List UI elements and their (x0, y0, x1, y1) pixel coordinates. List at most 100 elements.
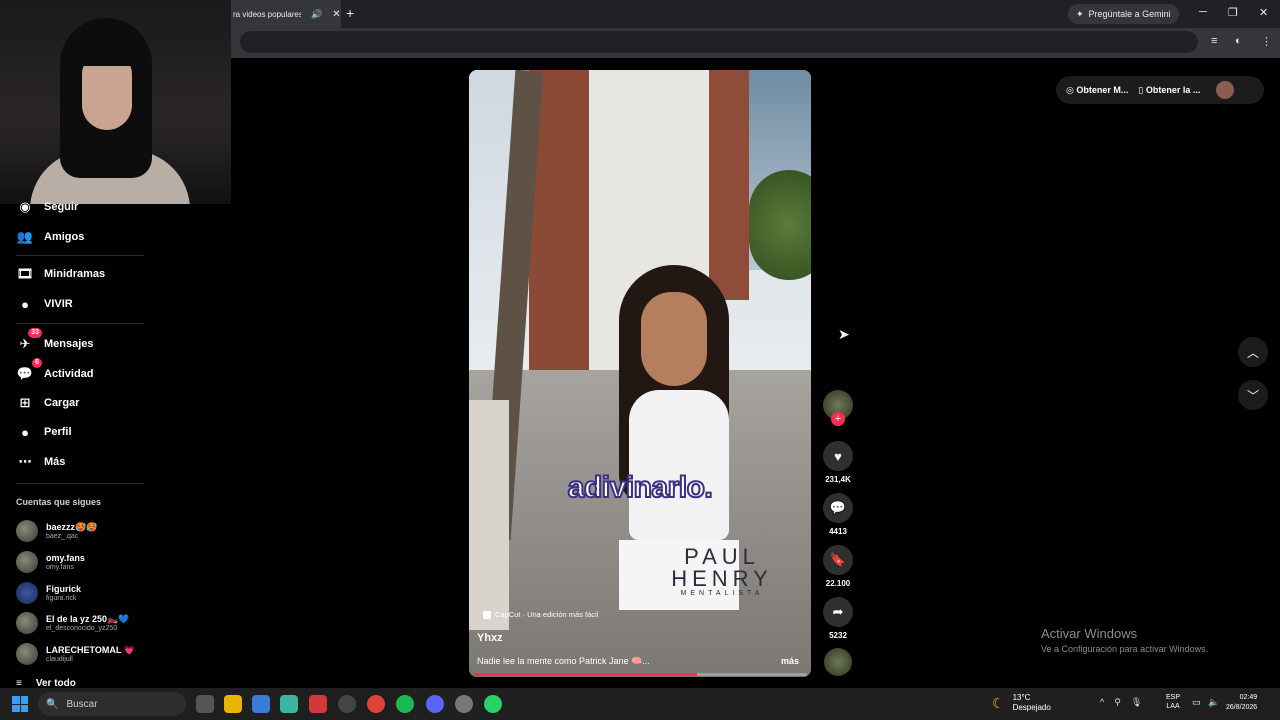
chevron-up-icon[interactable]: ^ (1100, 697, 1104, 708)
clock-date: 26/8/2026 (1226, 704, 1258, 711)
video-author[interactable]: Yhxz (477, 632, 503, 644)
music-disc-button[interactable] (822, 648, 854, 676)
volume-icon[interactable]: 🔈 (1208, 697, 1219, 708)
get-desktop-label: Obtener la ... (1145, 84, 1201, 95)
following-account[interactable]: El de la yz 250🏍️💙 el_desconocido_yz250 (16, 610, 156, 636)
account-handle: omy.fans (46, 563, 74, 571)
comment-button[interactable]: 💬 4413 (822, 493, 854, 536)
close-window-button[interactable]: ✕ (1259, 6, 1268, 19)
capcut-tag[interactable]: CapCut · Una edición más fácil (483, 610, 598, 619)
sidebar-item-following[interactable]: ◉ Seguir (16, 197, 78, 217)
sidebar-item-activity[interactable]: 💬 6 Actividad (16, 358, 94, 384)
follow-plus-icon[interactable]: + (831, 412, 845, 426)
display-icon[interactable]: ▭ (1192, 697, 1201, 708)
weather-widget[interactable]: ☾ 13°C Despejado (992, 693, 1051, 713)
more-button[interactable]: más (781, 656, 799, 666)
language-code: ESP (1166, 694, 1181, 701)
next-video-button[interactable]: ﹀ (1238, 380, 1268, 410)
video-progress-fill (473, 673, 697, 676)
sidebar-item-more[interactable]: ⋯ Más (16, 452, 66, 472)
windows-activation-watermark: Activar Windows Ve a Configuración para … (1041, 626, 1208, 654)
video-watermark: PAUL HENRY MENTALISTA (657, 546, 787, 598)
obs-icon[interactable] (338, 695, 356, 713)
chrome-icon[interactable] (367, 695, 385, 713)
sidebar-item-label: Minidramas (44, 268, 106, 280)
following-icon: ◉ (19, 199, 31, 214)
video-tree (749, 170, 811, 280)
store-icon[interactable] (252, 695, 270, 713)
sidebar-item-friends[interactable]: 👥 Amigos (16, 227, 84, 247)
system-tray[interactable]: ^ ⚲ 🎙 (1100, 697, 1142, 708)
sidebar-item-label: Cargar (44, 397, 80, 409)
following-section-title: Cuentas que sigues (16, 497, 102, 507)
whatsapp-icon[interactable] (484, 695, 502, 713)
sidebar-item-label: Actividad (44, 368, 94, 380)
following-account[interactable]: baezzz🥵🥵 baez_.qac (16, 518, 156, 544)
account-handle: el_desconocido_yz250 (46, 624, 118, 632)
comment-icon[interactable]: 💬 (823, 493, 853, 523)
speaker-icon[interactable]: 🔊 (311, 9, 322, 20)
app-icon[interactable] (280, 695, 298, 713)
sidebar-item-minidramas[interactable]: 🎞 Minidramas (16, 264, 105, 284)
account-name: omy.fans (46, 552, 85, 563)
profile-icon[interactable]: ◐ (1235, 35, 1242, 47)
gemini-button[interactable]: ✦ Pregúntale a Gemini (1068, 4, 1179, 24)
sidebar-item-profile[interactable]: ● Perfil (16, 422, 71, 442)
tab-title: ra videos populares d (233, 9, 301, 19)
heart-icon[interactable]: ♥ (823, 441, 853, 471)
share-icon[interactable]: ➦ (823, 597, 853, 627)
kebab-menu-icon[interactable]: ⋮ (1261, 35, 1272, 48)
following-account[interactable]: omy.fans omy.fans (16, 549, 156, 575)
discord-icon[interactable] (426, 695, 444, 713)
chevron-down-icon: ﹀ (1246, 388, 1259, 403)
media-control-icon[interactable]: ≡ (1211, 35, 1217, 47)
video-person (629, 390, 729, 540)
browser-tab[interactable]: ra videos populares d 🔊 ✕ (231, 0, 341, 28)
avatar (16, 520, 38, 542)
minimize-button[interactable]: ─ (1199, 6, 1207, 18)
clock[interactable]: 02:49 26/8/2026 (1226, 693, 1257, 713)
bookmark-icon[interactable]: 🔖 (823, 545, 853, 575)
microphone-icon[interactable]: 🎙 (1131, 697, 1142, 708)
keyboard-layout: LAA (1166, 703, 1180, 710)
share-button[interactable]: ➦ 5232 (822, 597, 854, 640)
get-app-button[interactable]: ◎ Obtener M... (1066, 85, 1128, 96)
spotify-icon[interactable] (396, 695, 414, 713)
language-indicator[interactable]: ESP LAA (1166, 693, 1180, 711)
app-icon[interactable] (309, 695, 327, 713)
start-button[interactable] (12, 696, 28, 712)
friends-icon: 👥 (16, 229, 34, 244)
save-button[interactable]: 🔖 22.100 (822, 545, 854, 588)
tab-close-icon[interactable]: ✕ (332, 9, 340, 20)
sidebar-item-live[interactable]: ● VIVIR (16, 294, 73, 314)
activity-icon: 💬 6 (16, 358, 42, 383)
share-count: 5232 (829, 631, 847, 640)
music-disc-icon (824, 648, 852, 676)
account-name: Figurick (46, 583, 82, 594)
settings-icon[interactable] (455, 695, 473, 713)
file-explorer-icon[interactable] (224, 695, 242, 713)
task-view-icon[interactable] (196, 695, 214, 713)
sidebar-item-messages[interactable]: ✈ 33 Mensajes (16, 328, 94, 354)
address-bar[interactable] (240, 31, 1198, 53)
creator-avatar-button[interactable]: + (822, 390, 854, 426)
video-person (469, 400, 509, 630)
following-account[interactable]: Figurick figura.rick (16, 580, 156, 606)
previous-video-button[interactable]: ︿ (1238, 337, 1268, 367)
video-progress-bar[interactable] (473, 673, 807, 676)
activity-badge: 6 (32, 358, 42, 368)
like-count: 231,4K (825, 475, 851, 484)
like-button[interactable]: ♥ 231,4K (822, 441, 854, 484)
sidebar-item-upload[interactable]: ⊞ Cargar (16, 393, 80, 413)
following-account[interactable]: LARECHETOMAL 💗 claudijull (16, 641, 156, 667)
watermark-line: HENRY (671, 566, 773, 591)
video-player[interactable]: adivinarlo. PAUL HENRY MENTALISTA CapCut… (469, 70, 811, 677)
taskbar-search[interactable]: 🔍 Buscar (38, 692, 186, 716)
new-tab-button[interactable]: + (346, 5, 354, 21)
upload-icon: ⊞ (19, 395, 31, 410)
video-caption: adivinarlo. (567, 470, 714, 505)
get-desktop-button[interactable]: ▯ Obtener la ... (1138, 85, 1200, 96)
maximize-button[interactable]: ❐ (1228, 6, 1238, 19)
network-icon[interactable]: ⚲ (1114, 697, 1121, 708)
avatar[interactable] (1216, 81, 1235, 99)
